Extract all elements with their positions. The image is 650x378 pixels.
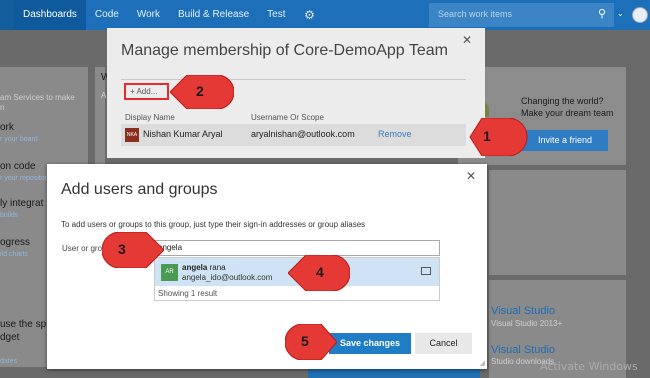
bg-visual-studio: Visual Studio — [491, 344, 556, 356]
invite-friend-button[interactable]: Invite a friend — [522, 130, 608, 151]
member-avatar: NKA — [125, 128, 139, 142]
suggestion-first-name: angela — [182, 263, 208, 272]
bg-snippet: n — [0, 103, 5, 112]
close-icon[interactable]: ✕ — [462, 33, 472, 47]
bg-right-card-2 — [489, 170, 626, 275]
dialog-description: To add users or groups to this group, ju… — [61, 220, 366, 229]
contact-card-icon[interactable] — [421, 267, 431, 275]
callout-1: 1 — [468, 117, 528, 158]
dialog-title: Manage membership of Core-DemoApp Team — [121, 42, 448, 59]
bg-visual-studio: Visual Studio — [491, 305, 556, 317]
callout-number: 2 — [196, 83, 204, 99]
tab-build-release[interactable]: Build & Release — [169, 0, 258, 30]
callout-4: 4 — [287, 254, 351, 293]
chevron-down-icon[interactable]: ⌄ — [617, 9, 624, 18]
search-icon[interactable]: ⚲ — [598, 7, 606, 20]
save-changes-button[interactable]: Save changes — [329, 333, 411, 354]
search-placeholder: Search work items — [438, 9, 513, 19]
dialog-title: Add users and groups — [61, 181, 218, 198]
bg-snippet: ogress — [0, 237, 31, 248]
bg-blue-strip — [308, 368, 480, 378]
add-member-button[interactable]: + Add... — [124, 83, 169, 100]
cancel-button[interactable]: Cancel — [415, 333, 472, 354]
suggestion-email: angela_ido@outlook.com — [182, 273, 273, 282]
promo-line2: Make your dream team — [521, 108, 614, 118]
avatar[interactable] — [632, 7, 648, 23]
bg-link: ild charts — [0, 251, 29, 258]
bg-link: r your repository — [0, 175, 51, 182]
member-name: Nishan Kumar Aryal — [143, 129, 223, 139]
suggestion-name: angela rana — [182, 263, 226, 272]
bg-snippet: ly integrat — [0, 198, 44, 209]
callout-arrow-shape — [101, 231, 165, 269]
activate-windows-watermark: Activate Windows — [540, 360, 638, 373]
menu-icon[interactable] — [0, 0, 14, 30]
callout-3: 3 — [101, 231, 165, 270]
close-icon[interactable]: ✕ — [466, 169, 476, 183]
tab-dashboards[interactable]: Dashboards — [14, 0, 86, 30]
tab-work[interactable]: Work — [128, 0, 169, 30]
callout-2: 2 — [169, 74, 235, 111]
field-label: User or grou — [62, 244, 107, 253]
search-input[interactable]: Search work items ⚲ — [429, 3, 614, 27]
callout-number: 4 — [316, 264, 324, 280]
bg-snippet: dget — [0, 332, 20, 343]
user-search-input[interactable]: angela — [154, 240, 440, 256]
result-count: Showing 1 result — [158, 289, 218, 298]
callout-number: 1 — [483, 128, 491, 144]
top-nav-bar: Dashboards Code Work Build & Release Tes… — [0, 0, 650, 30]
resize-grip-icon[interactable]: ◢ — [480, 359, 485, 367]
bg-vs-sub: Visual Studio 2013+ — [491, 319, 563, 328]
tab-test[interactable]: Test — [258, 0, 294, 30]
bg-snippet: am Services to make — [0, 93, 75, 102]
col-username: Username Or Scope — [251, 113, 324, 122]
gear-icon[interactable]: ⚙ — [294, 8, 324, 22]
callout-arrow-shape — [284, 323, 338, 361]
manage-membership-dialog: Manage membership of Core-DemoApp Team ✕… — [107, 28, 485, 158]
bg-snippet: on code — [0, 161, 36, 172]
bg-link: dates — [0, 358, 18, 365]
bg-snippet: use the sp — [0, 319, 47, 330]
col-display-name: Display Name — [125, 113, 175, 122]
promo-line1: Changing the world? — [521, 96, 604, 106]
bg-link: r your board — [0, 136, 38, 143]
callout-number: 3 — [118, 241, 126, 257]
suggestion-last-name: rana — [209, 263, 226, 272]
bg-link: builds — [0, 212, 19, 219]
callout-5: 5 — [284, 323, 338, 362]
remove-member-link[interactable]: Remove — [378, 129, 412, 139]
tab-code[interactable]: Code — [86, 0, 128, 30]
callout-arrow-shape — [469, 117, 528, 157]
bg-letter: A — [101, 91, 107, 100]
bg-snippet: ork — [0, 122, 14, 133]
callout-number: 5 — [301, 333, 309, 349]
member-row[interactable]: NKA Nishan Kumar Aryal aryalnishan@outlo… — [121, 124, 466, 146]
member-email: aryalnishan@outlook.com — [251, 129, 355, 139]
